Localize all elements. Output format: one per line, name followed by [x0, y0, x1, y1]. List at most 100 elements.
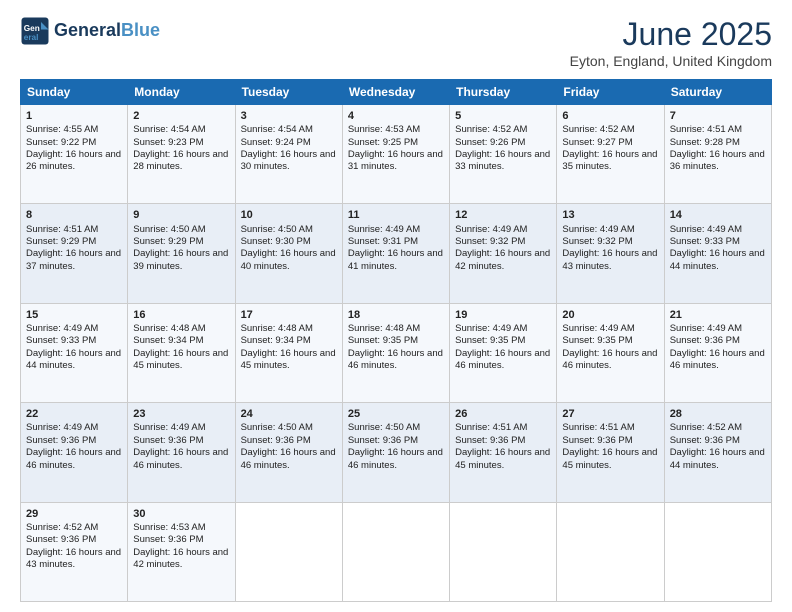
day-number: 28 — [670, 407, 766, 421]
logo: Gen eral GeneralBlue — [20, 16, 160, 46]
day-number: 6 — [562, 109, 658, 123]
sunrise-label: Sunrise: 4:52 AM — [562, 124, 634, 135]
logo-text: GeneralBlue — [54, 21, 160, 41]
calendar-day-cell: 5Sunrise: 4:52 AMSunset: 9:26 PMDaylight… — [450, 105, 557, 204]
calendar-day-cell: 16Sunrise: 4:48 AMSunset: 9:34 PMDayligh… — [128, 303, 235, 402]
day-number: 21 — [670, 308, 766, 322]
sunset-label: Sunset: 9:33 PM — [670, 236, 740, 247]
calendar-day-cell: 27Sunrise: 4:51 AM Sunset: 9:36 PMDayligh… — [557, 403, 664, 502]
calendar-day-cell: 25Sunrise: 4:50 AMSunset: 9:36 PMDayligh… — [342, 403, 449, 502]
sunset-label: Sunset: 9:36 PM — [241, 435, 311, 446]
sunrise-label: Sunrise: 4:49 AM — [670, 323, 742, 334]
sunset-label: Sunset: 9:31 PM — [348, 236, 418, 247]
calendar-header-row: Sunday Monday Tuesday Wednesday Thursday… — [21, 80, 772, 105]
daylight-label: Daylight: 16 hours and 46 minutes. — [348, 348, 443, 371]
daylight-label: Daylight: 16 hours and 39 minutes. — [133, 248, 228, 271]
daylight-label: Daylight: 16 hours and 46 minutes. — [455, 348, 550, 371]
day-number: 1 — [26, 109, 122, 123]
empty-cell — [664, 502, 771, 601]
sunset-label: Sunset: 9:27 PM — [562, 137, 632, 148]
day-number: 27 — [562, 407, 658, 421]
daylight-label: Daylight: 16 hours and 45 minutes. — [455, 447, 550, 470]
day-number: 5 — [455, 109, 551, 123]
page-header: Gen eral GeneralBlue June 2025 Eyton, En… — [20, 16, 772, 69]
sunrise-label: Sunrise: 4:55 AM — [26, 124, 98, 135]
svg-text:Gen: Gen — [24, 24, 40, 33]
day-number: 7 — [670, 109, 766, 123]
day-number: 13 — [562, 208, 658, 222]
daylight-label: Daylight: 16 hours and 46 minutes. — [670, 348, 765, 371]
daylight-label: Daylight: 16 hours and 44 minutes. — [670, 447, 765, 470]
empty-cell — [557, 502, 664, 601]
daylight-label: Daylight: 16 hours and 33 minutes. — [455, 149, 550, 172]
sunset-label: Sunset: 9:36 PM — [455, 435, 525, 446]
sunset-label: Sunset: 9:30 PM — [241, 236, 311, 247]
sunset-label: Sunset: 9:34 PM — [241, 335, 311, 346]
calendar-day-cell: 22Sunrise: 4:49 AMSunset: 9:36 PMDayligh… — [21, 403, 128, 502]
day-number: 18 — [348, 308, 444, 322]
calendar-day-cell: 29Sunrise: 4:52 AMSunset: 9:36 PMDayligh… — [21, 502, 128, 601]
daylight-label: Daylight: 16 hours and 46 minutes. — [133, 447, 228, 470]
sunrise-label: Sunrise: 4:53 AM — [348, 124, 420, 135]
sunset-label: Sunset: 9:36 PM — [670, 435, 740, 446]
daylight-label: Daylight: 16 hours and 45 minutes. — [562, 447, 657, 470]
daylight-label: Daylight: 16 hours and 40 minutes. — [241, 248, 336, 271]
day-number: 29 — [26, 507, 122, 521]
calendar-day-cell: 19Sunrise: 4:49 AMSunset: 9:35 PMDayligh… — [450, 303, 557, 402]
sunset-label: Sunset: 9:36 PM — [670, 335, 740, 346]
daylight-label: Daylight: 16 hours and 44 minutes. — [26, 348, 121, 371]
col-saturday: Saturday — [664, 80, 771, 105]
calendar-day-cell: 13Sunrise: 4:49 AMSunset: 9:32 PMDayligh… — [557, 204, 664, 303]
daylight-label: Daylight: 16 hours and 46 minutes. — [562, 348, 657, 371]
sunset-label: Sunset: 9:35 PM — [455, 335, 525, 346]
calendar-week-row: 1Sunrise: 4:55 AMSunset: 9:22 PMDaylight… — [21, 105, 772, 204]
daylight-label: Daylight: 16 hours and 41 minutes. — [348, 248, 443, 271]
sunset-label: Sunset: 9:36 PM — [26, 435, 96, 446]
daylight-label: Daylight: 16 hours and 30 minutes. — [241, 149, 336, 172]
sunset-label: Sunset: 9:32 PM — [455, 236, 525, 247]
calendar-day-cell: 7Sunrise: 4:51 AMSunset: 9:28 PMDaylight… — [664, 105, 771, 204]
sunset-label: Sunset: 9:29 PM — [133, 236, 203, 247]
day-number: 30 — [133, 507, 229, 521]
daylight-label: Daylight: 16 hours and 45 minutes. — [241, 348, 336, 371]
sunset-label: Sunset: 9:29 PM — [26, 236, 96, 247]
sunrise-label: Sunrise: 4:49 AM — [26, 422, 98, 433]
daylight-label: Daylight: 16 hours and 46 minutes. — [26, 447, 121, 470]
calendar-day-cell: 23Sunrise: 4:49 AMSunset: 9:36 PMDayligh… — [128, 403, 235, 502]
sunrise-label: Sunrise: 4:50 AM — [348, 422, 420, 433]
calendar-day-cell: 26Sunrise: 4:51 AMSunset: 9:36 PMDayligh… — [450, 403, 557, 502]
sunset-label: Sunset: 9:33 PM — [26, 335, 96, 346]
sunrise-label: Sunrise: 4:52 AM — [26, 522, 98, 533]
daylight-label: Daylight: 16 hours and 44 minutes. — [670, 248, 765, 271]
calendar-week-row: 29Sunrise: 4:52 AMSunset: 9:36 PM Dayligh… — [21, 502, 772, 601]
calendar-day-cell: 9Sunrise: 4:50 AMSunset: 9:29 PMDaylight… — [128, 204, 235, 303]
sunset-label: Sunset: 9:36 PM — [26, 534, 96, 545]
sunrise-label: Sunrise: 4:51 AM — [26, 224, 98, 235]
calendar-day-cell: 17Sunrise: 4:48 AMSunset: 9:34 PMDayligh… — [235, 303, 342, 402]
sunrise-label: Sunrise: 4:49 AM — [26, 323, 98, 334]
sunrise-label: Sunrise: 4:49 AM — [348, 224, 420, 235]
sunset-label: Sunset: 9:35 PM — [348, 335, 418, 346]
sunrise-label: Sunrise: 4:49 AM — [670, 224, 742, 235]
day-number: 16 — [133, 308, 229, 322]
sunset-label: Sunset: 9:35 PM — [562, 335, 632, 346]
day-number: 26 — [455, 407, 551, 421]
sunset-label: Sunset: 9:36 PM — [133, 435, 203, 446]
col-monday: Monday — [128, 80, 235, 105]
calendar-day-cell: 12Sunrise: 4:49 AMSunset: 9:32 PMDayligh… — [450, 204, 557, 303]
sunrise-label: Sunrise: 4:49 AM — [562, 323, 634, 334]
sunset-label: Sunset: 9:36 PM — [562, 435, 632, 446]
sunset-label: Sunset: 9:34 PM — [133, 335, 203, 346]
empty-cell — [235, 502, 342, 601]
calendar-day-cell: 24Sunrise: 4:50 AMSunset: 9:36 PMDayligh… — [235, 403, 342, 502]
sunrise-label: Sunrise: 4:51 AM — [562, 422, 634, 433]
sunrise-label: Sunrise: 4:48 AM — [133, 323, 205, 334]
sunset-label: Sunset: 9:28 PM — [670, 137, 740, 148]
daylight-label: Daylight: 16 hours and 42 minutes. — [133, 547, 228, 570]
daylight-label: Daylight: 16 hours and 28 minutes. — [133, 149, 228, 172]
sunrise-label: Sunrise: 4:53 AM — [133, 522, 205, 533]
calendar-day-cell: 2Sunrise: 4:54 AMSunset: 9:23 PMDaylight… — [128, 105, 235, 204]
sunset-label: Sunset: 9:23 PM — [133, 137, 203, 148]
title-block: June 2025 Eyton, England, United Kingdom — [570, 16, 772, 69]
day-number: 25 — [348, 407, 444, 421]
